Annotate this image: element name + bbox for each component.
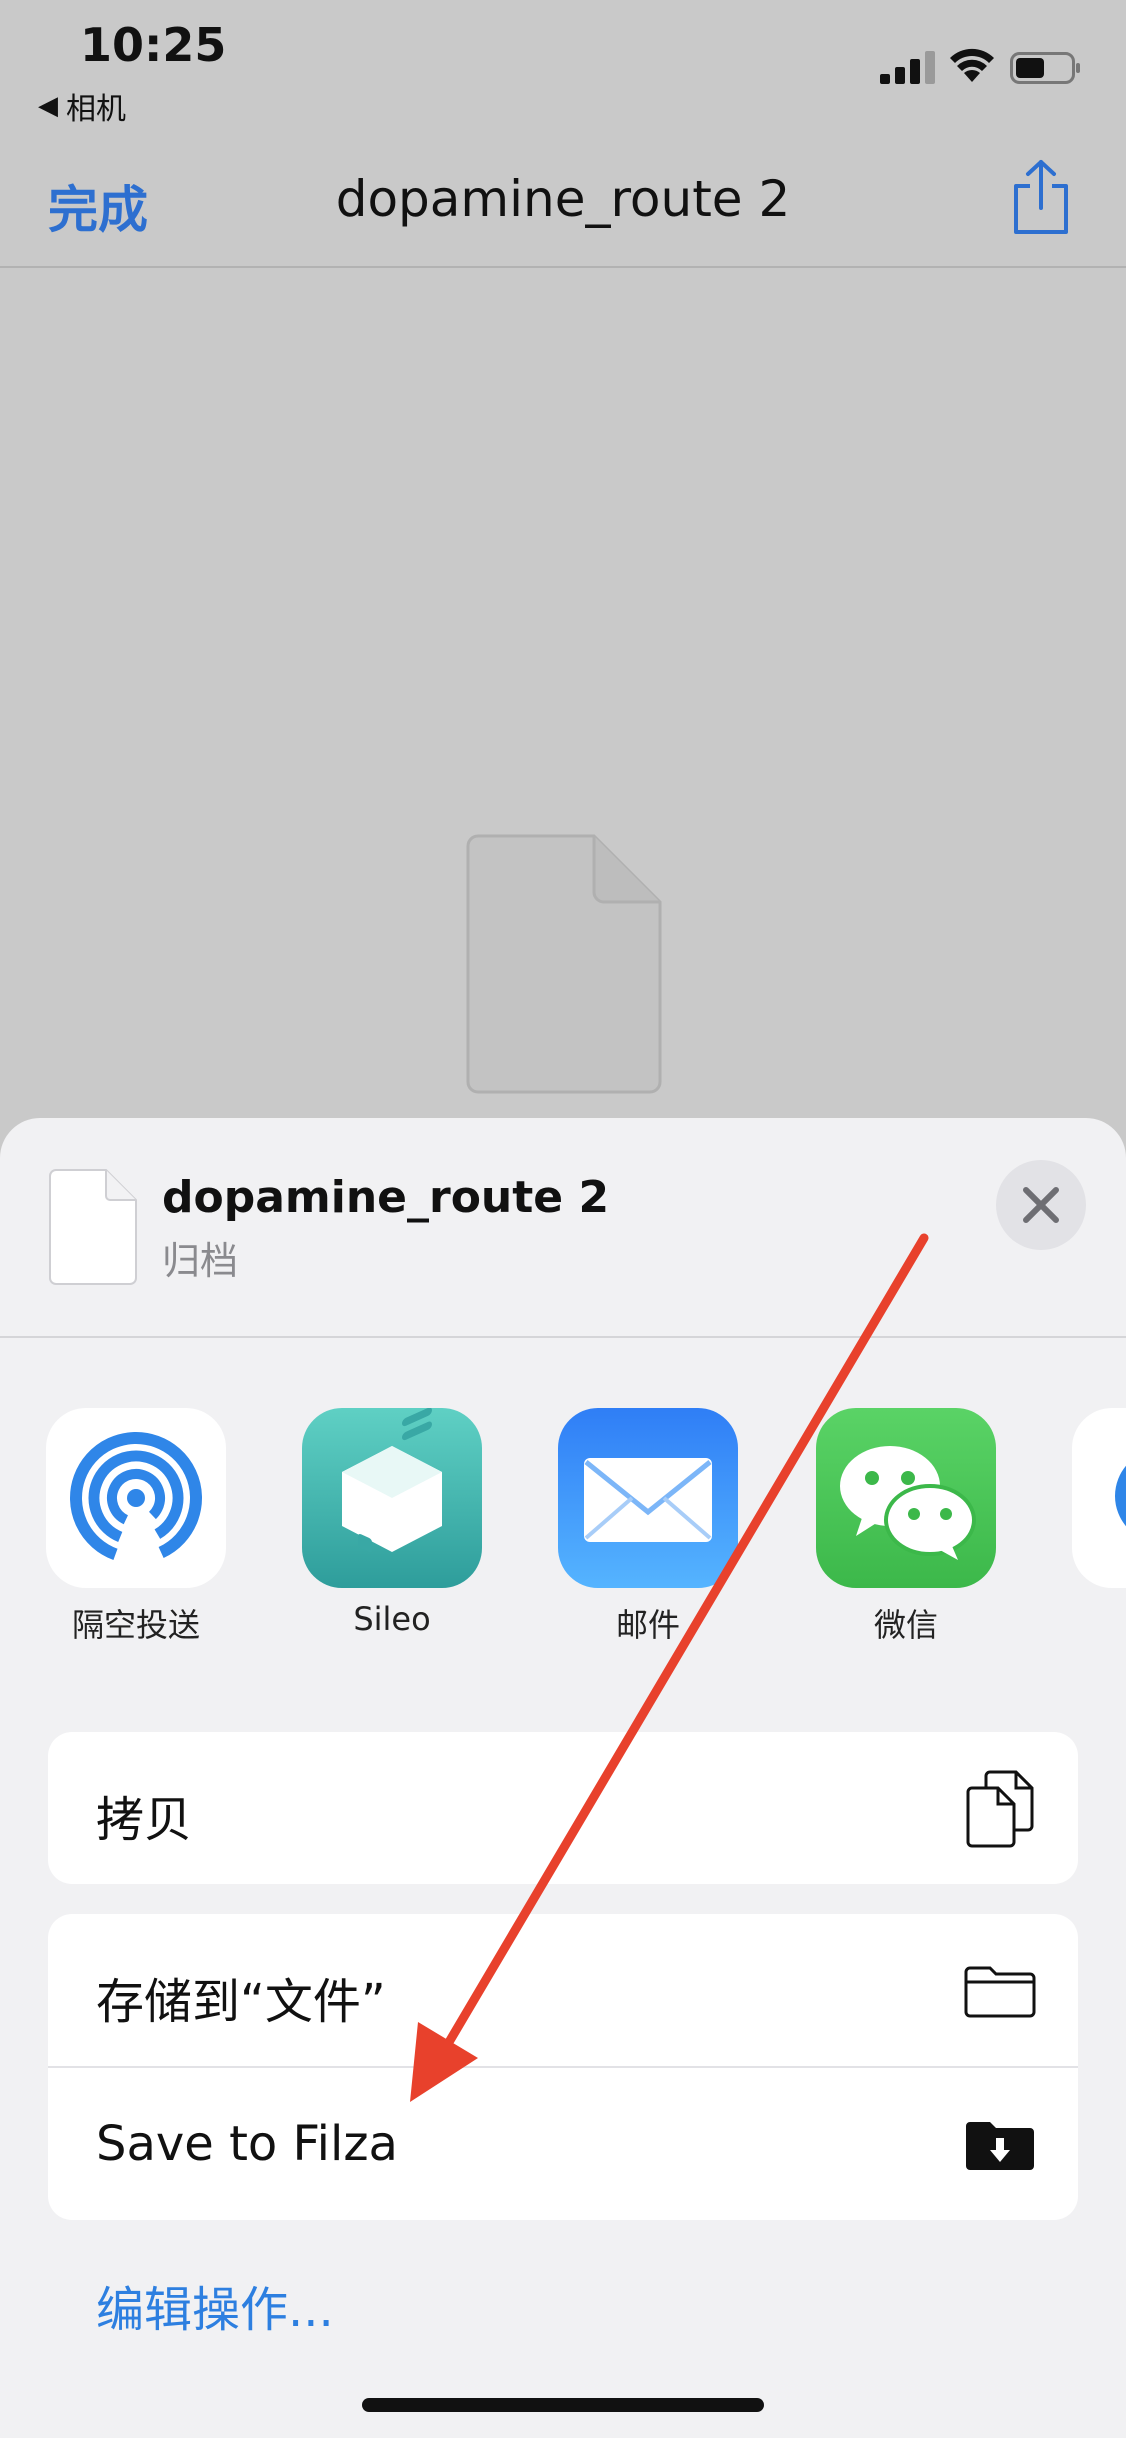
close-icon <box>1023 1187 1059 1223</box>
share-sheet-header: dopamine_route 2 归档 <box>0 1118 1126 1338</box>
back-app-label: 相机 <box>66 92 126 127</box>
share-app-partial[interactable]: 企 <box>1062 1408 1126 1646</box>
app-label: Sileo <box>353 1600 431 1638</box>
app-label: 邮件 <box>615 1606 680 1644</box>
partial-app-icon <box>1072 1408 1126 1588</box>
folder-download-icon <box>966 2122 1034 2170</box>
mail-icon <box>558 1408 738 1588</box>
save-to-filza-action[interactable]: Save to Filza <box>48 2066 1078 2220</box>
back-triangle-icon: ◀ <box>38 91 58 121</box>
sileo-icon <box>302 1408 482 1588</box>
action-label: 拷贝 <box>96 1792 193 1848</box>
share-app-mail[interactable]: 邮件 <box>548 1408 748 1646</box>
back-to-app-link[interactable]: ◀ 相机 <box>38 84 126 128</box>
shared-file-name: dopamine_route 2 <box>162 1172 610 1223</box>
action-group-copy: 拷贝 <box>48 1732 1078 1884</box>
battery-icon <box>1010 52 1080 84</box>
share-app-airdrop[interactable]: 隔空投送 <box>36 1408 236 1646</box>
app-label: 微信 <box>873 1606 938 1644</box>
save-to-files-action[interactable]: 存储到“文件” <box>48 1914 1078 2066</box>
action-label: 存储到“文件” <box>96 1974 386 2030</box>
home-indicator[interactable] <box>362 2398 764 2412</box>
share-sheet: dopamine_route 2 归档 隔空投送 Sileo 邮件 微信 拷贝 … <box>0 1118 1126 2438</box>
edit-actions-link[interactable]: 编辑操作... <box>96 2270 334 2340</box>
copy-action[interactable]: 拷贝 <box>48 1732 1078 1884</box>
share-app-sileo[interactable]: Sileo <box>292 1408 492 1638</box>
app-label: 企 <box>1062 1600 1126 1646</box>
file-preview-icon <box>466 834 662 1094</box>
wifi-icon <box>950 48 994 82</box>
share-icon[interactable] <box>1008 158 1074 236</box>
share-app-wechat[interactable]: 微信 <box>806 1408 1006 1646</box>
action-label: Save to Filza <box>96 2116 398 2172</box>
action-group-save: 存储到“文件” Save to Filza <box>48 1914 1078 2220</box>
shared-file-type: 归档 <box>162 1239 239 1283</box>
status-time: 10:25 <box>80 18 227 72</box>
navigation-bar: 完成 dopamine_route 2 <box>0 130 1126 268</box>
page-title: dopamine_route 2 <box>335 170 791 228</box>
app-label: 隔空投送 <box>71 1606 200 1644</box>
copy-icon <box>966 1770 1034 1848</box>
folder-icon <box>964 1966 1036 2018</box>
share-apps-row: 隔空投送 Sileo 邮件 微信 <box>0 1408 1126 1688</box>
wechat-icon <box>816 1408 996 1588</box>
document-icon <box>49 1169 137 1285</box>
status-bar: 10:25 ◀ 相机 <box>0 0 1126 130</box>
airdrop-icon <box>46 1408 226 1588</box>
close-button[interactable] <box>996 1160 1086 1250</box>
cellular-signal-icon <box>880 51 935 84</box>
